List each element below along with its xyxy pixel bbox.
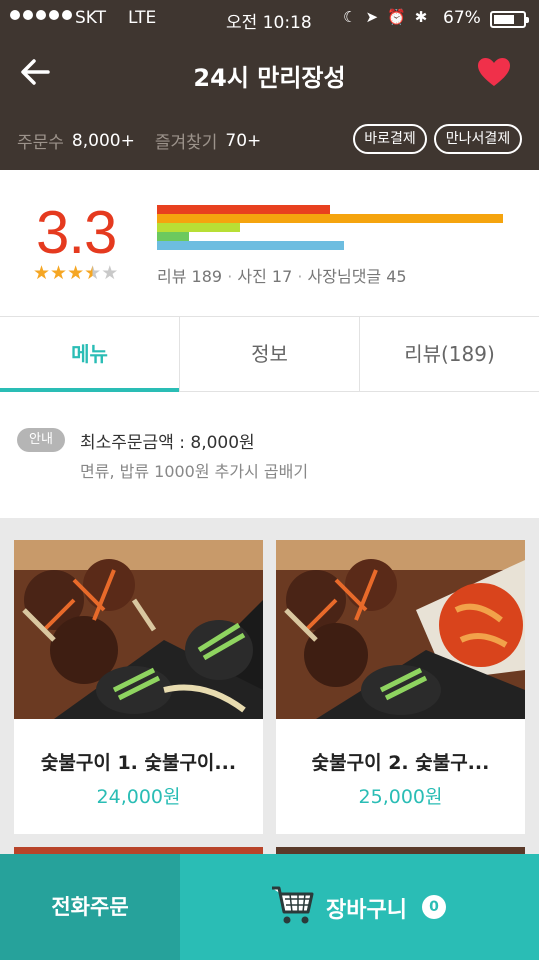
network-label: LTE — [128, 8, 157, 28]
bluetooth-icon: ✱ — [414, 8, 428, 26]
rating-bar-4 — [157, 232, 189, 241]
menu-item-price: 25,000원 — [358, 786, 443, 808]
notice-detail-text: 면류, 밥류 1000원 추가시 곱배기 — [80, 462, 309, 481]
bottom-action-bar: 전화주문 장바구니 0 — [0, 854, 539, 960]
menu-item-photo — [14, 540, 263, 719]
reply-label: 사장님댓글 — [307, 267, 382, 286]
clock: 오전 10:18 — [226, 13, 312, 33]
menu-item-photo — [276, 540, 525, 719]
orders-value: 8,000+ — [71, 130, 135, 151]
tab-menu[interactable]: 메뉴 — [0, 317, 180, 392]
tab-bar: 메뉴 정보 리뷰(189) — [0, 316, 539, 392]
rating-section: 3.3 ★★★★★ 리뷰 189 · 사진 17 · 사장님댓글 45 — [0, 170, 539, 316]
star-rating: ★★★★★ — [33, 262, 118, 284]
menu-card[interactable]: 숯불구이 2. 숯불구... 25,000원 — [276, 540, 525, 834]
review-count: 189 — [191, 267, 223, 286]
menu-card[interactable]: 숯불구이 1. 숯불구이... 24,000원 — [14, 540, 263, 834]
menu-item-name: 숯불구이 2. 숯불구... — [311, 752, 490, 774]
cart-count-badge: 0 — [422, 895, 446, 919]
page-title: 24시 만리장성 — [193, 64, 346, 92]
star-icon: ★ — [67, 262, 85, 284]
cart-icon — [272, 886, 314, 924]
half-star-icon: ★ — [84, 262, 102, 284]
carrier-label: SKT — [75, 8, 107, 28]
star-icon: ★ — [33, 262, 51, 284]
menu-item-price: 24,000원 — [96, 786, 181, 808]
status-icons: ☾ ➤ ⏰ ✱ — [343, 8, 427, 26]
restaurant-header: 24시 만리장성 주문수 8,000+ 즐겨찾기 70+ 바로결제 만나서결제 — [0, 38, 539, 170]
rating-bar-3 — [157, 223, 240, 232]
direct-pay-badge: 바로결제 — [353, 124, 427, 154]
rating-distribution-bars — [157, 205, 517, 255]
alarm-icon: ⏰ — [387, 8, 406, 26]
notice-section: 안내 최소주문금액 : 8,000원 면류, 밥류 1000원 추가시 곱배기 — [0, 392, 539, 518]
restaurant-stats: 주문수 8,000+ 즐겨찾기 70+ — [17, 128, 281, 154]
favorites-value: 70+ — [225, 130, 262, 151]
moon-icon: ☾ — [343, 8, 357, 26]
battery-icon — [490, 11, 529, 28]
meet-pay-badge: 만나서결제 — [434, 124, 522, 154]
phone-order-button[interactable]: 전화주문 — [0, 854, 180, 960]
review-label: 리뷰 — [157, 267, 187, 286]
star-empty-icon: ★ — [101, 262, 119, 284]
photo-label: 사진 — [237, 267, 267, 286]
notice-badge: 안내 — [17, 428, 65, 452]
minimum-order-text: 최소주문금액 : 8,000원 — [80, 433, 255, 453]
orders-label: 주문수 — [17, 133, 64, 153]
rating-bar-5 — [157, 241, 344, 250]
favorites-label: 즐겨찾기 — [154, 133, 218, 153]
review-counts: 리뷰 189 · 사진 17 · 사장님댓글 45 — [157, 267, 407, 286]
rating-bar-1 — [157, 205, 330, 214]
menu-item-name: 숯불구이 1. 숯불구이... — [40, 752, 237, 774]
battery-percent: 67% — [443, 8, 481, 28]
rating-score: 3.3 — [36, 199, 117, 266]
cart-button[interactable]: 장바구니 0 — [180, 854, 539, 960]
cart-label: 장바구니 — [326, 898, 407, 923]
heart-icon[interactable] — [476, 56, 512, 88]
signal-icon — [10, 10, 72, 20]
tab-reviews[interactable]: 리뷰(189) — [360, 317, 539, 391]
location-icon: ➤ — [365, 8, 379, 26]
status-bar: SKT LTE 오전 10:18 ☾ ➤ ⏰ ✱ 67% — [0, 0, 539, 38]
photo-count: 17 — [271, 267, 293, 286]
rating-bar-2 — [157, 214, 503, 223]
tab-info[interactable]: 정보 — [180, 317, 360, 391]
star-icon: ★ — [50, 262, 68, 284]
reply-count: 45 — [386, 267, 407, 286]
